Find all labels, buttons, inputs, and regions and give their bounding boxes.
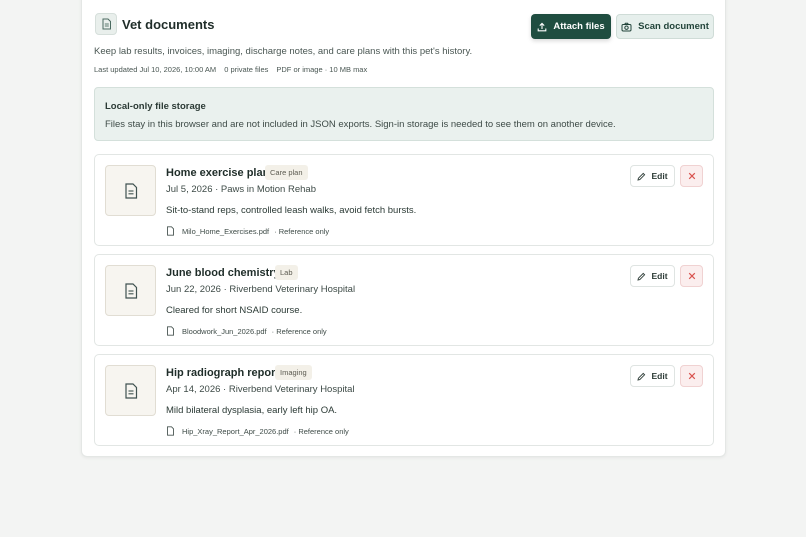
attach-files-button[interactable]: Attach files: [531, 14, 611, 39]
document-note: Sit-to-stand reps, controlled leash walk…: [166, 205, 417, 216]
scan-document-label: Scan document: [638, 21, 709, 32]
file-small-icon: [167, 426, 174, 436]
edit-label: Edit: [651, 271, 668, 281]
edit-label: Edit: [651, 371, 668, 381]
file-status: · Reference only: [293, 426, 349, 436]
document-note: Cleared for short NSAID course.: [166, 305, 303, 316]
file-status: · Reference only: [274, 226, 330, 236]
close-icon: [688, 172, 695, 180]
document-tag: Imaging: [275, 365, 312, 380]
document-tag: Care plan: [265, 165, 308, 180]
document-tag: Lab: [275, 265, 298, 280]
pencil-icon: [637, 272, 646, 281]
close-icon: [688, 372, 695, 380]
document-file: Milo_Home_Exercises.pdf · Reference only: [166, 226, 329, 236]
file-status: · Reference only: [271, 326, 327, 336]
vet-documents-card: Vet documents Attach files Scan document…: [81, 0, 726, 457]
camera-icon: [621, 22, 632, 31]
edit-button[interactable]: Edit: [630, 365, 675, 387]
document-subtitle: Jul 5, 2026 · Paws in Motion Rehab: [166, 184, 316, 195]
document-title: June blood chemistry: [166, 267, 280, 279]
document-file: Hip_Xray_Report_Apr_2026.pdf · Reference…: [166, 426, 349, 436]
meta-row: Last updated Jul 10, 2026, 10:00 AM 0 pr…: [94, 65, 367, 74]
document-item: Home exercise plan Care plan Jul 5, 2026…: [94, 154, 714, 246]
delete-button[interactable]: [680, 165, 703, 187]
pencil-icon: [637, 172, 646, 181]
file-name[interactable]: Milo_Home_Exercises.pdf: [182, 227, 269, 236]
delete-button[interactable]: [680, 365, 703, 387]
file-icon: [105, 365, 156, 416]
last-updated: Last updated Jul 10, 2026, 10:00 AM: [94, 65, 217, 74]
upload-icon: [538, 22, 547, 31]
storage-notice: Local-only file storage Files stay in th…: [94, 87, 714, 141]
pencil-icon: [637, 372, 646, 381]
page-title: Vet documents: [122, 17, 215, 32]
file-small-icon: [167, 326, 174, 336]
document-file: Bloodwork_Jun_2026.pdf · Reference only: [166, 326, 327, 336]
file-name[interactable]: Bloodwork_Jun_2026.pdf: [182, 327, 267, 336]
file-limits: PDF or image · 10 MB max: [276, 65, 368, 74]
delete-button[interactable]: [680, 265, 703, 287]
attach-files-label: Attach files: [553, 21, 605, 32]
document-subtitle: Apr 14, 2026 · Riverbend Veterinary Hosp…: [166, 384, 355, 395]
scan-document-button[interactable]: Scan document: [616, 14, 714, 39]
file-icon: [105, 265, 156, 316]
edit-button[interactable]: Edit: [630, 165, 675, 187]
page-description: Keep lab results, invoices, imaging, dis…: [94, 46, 473, 57]
document-icon: [95, 13, 117, 35]
document-title: Hip radiograph report: [166, 367, 280, 379]
private-files-count: 0 private files: [224, 65, 269, 74]
document-subtitle: Jun 22, 2026 · Riverbend Veterinary Hosp…: [166, 284, 356, 295]
document-item: June blood chemistry Lab Jun 22, 2026 · …: [94, 254, 714, 346]
document-title: Home exercise plan: [166, 167, 270, 179]
document-item: Hip radiograph report Imaging Apr 14, 20…: [94, 354, 714, 446]
file-small-icon: [167, 226, 174, 236]
notice-title: Local-only file storage: [105, 101, 206, 112]
document-note: Mild bilateral dysplasia, early left hip…: [166, 405, 338, 416]
edit-label: Edit: [651, 171, 668, 181]
notice-body: Files stay in this browser and are not i…: [105, 119, 616, 130]
edit-button[interactable]: Edit: [630, 265, 675, 287]
file-name[interactable]: Hip_Xray_Report_Apr_2026.pdf: [182, 427, 289, 436]
file-icon: [105, 165, 156, 216]
close-icon: [688, 272, 695, 280]
